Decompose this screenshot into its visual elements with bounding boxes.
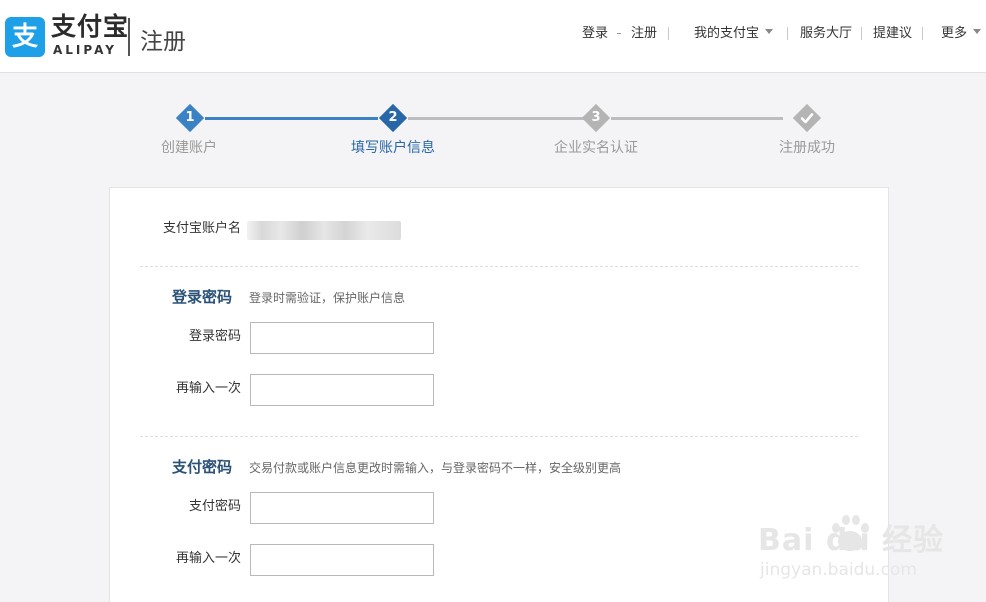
- nav-separator: [861, 27, 862, 40]
- login-password-input[interactable]: [250, 322, 434, 354]
- top-header: 支 支付宝 ALIPAY 注册 登录 注册 我的支付宝 服务大厅 提建议 更多: [0, 0, 986, 73]
- alipay-logo-text[interactable]: 支付宝: [51, 12, 129, 42]
- progress-track-todo: [408, 117, 585, 120]
- login-password-confirm-label: 再输入一次: [175, 381, 241, 396]
- step-2-label: 填写账户信息: [351, 140, 435, 156]
- pay-password-confirm-label: 再输入一次: [175, 551, 241, 566]
- step-1-number: 1: [185, 110, 195, 125]
- progress-track-done: [205, 117, 378, 120]
- nav-register[interactable]: 注册: [631, 25, 657, 43]
- nav-my-alipay[interactable]: 我的支付宝: [694, 25, 774, 43]
- nav-suggestion[interactable]: 提建议: [873, 25, 912, 43]
- alipay-logo-icon[interactable]: 支: [5, 17, 45, 57]
- account-name-value-blurred: [247, 221, 401, 240]
- nav-more[interactable]: 更多: [941, 25, 982, 43]
- pay-password-section-desc: 交易付款或账户信息更改时需输入，与登录密码不一样，安全级别更高: [249, 461, 622, 475]
- nav-dot: [617, 33, 621, 34]
- pay-password-input[interactable]: [250, 492, 434, 524]
- pay-password-section-title: 支付密码: [172, 458, 233, 476]
- page-title: 注册: [140, 29, 186, 55]
- nav-separator: [668, 27, 669, 40]
- pay-password-label: 支付密码: [188, 499, 241, 514]
- chevron-down-icon: [973, 29, 982, 34]
- logo-divider: [128, 18, 130, 56]
- chevron-down-icon: [765, 29, 774, 34]
- login-password-confirm-input[interactable]: [250, 374, 434, 406]
- step-3-number: 3: [591, 110, 601, 125]
- step-3-label: 企业实名认证: [554, 140, 638, 156]
- section-divider: [140, 436, 858, 437]
- login-password-label: 登录密码: [188, 329, 241, 344]
- pay-password-confirm-input[interactable]: [250, 544, 434, 576]
- login-password-section-title: 登录密码: [172, 288, 233, 306]
- watermark-brand: Bai du 经验: [758, 523, 945, 558]
- nav-service-hall[interactable]: 服务大厅: [800, 25, 852, 43]
- step-2-number: 2: [388, 110, 398, 125]
- progress-track-todo: [611, 117, 783, 120]
- alipay-logo-en: ALIPAY: [53, 43, 117, 57]
- nav-login[interactable]: 登录: [582, 25, 608, 43]
- account-name-label: 支付宝账户名: [162, 221, 241, 236]
- login-password-section-desc: 登录时需验证，保护账户信息: [249, 291, 406, 305]
- section-divider: [140, 266, 858, 267]
- baidu-jingyan-watermark: Bai du 经验 jingyan.baidu.com: [752, 505, 982, 595]
- step-1-label: 创建账户: [161, 140, 217, 156]
- check-icon: [800, 113, 814, 124]
- watermark-url: jingyan.baidu.com: [760, 560, 917, 580]
- nav-separator: [787, 27, 788, 40]
- step-4-label: 注册成功: [779, 140, 835, 156]
- nav-separator: [922, 27, 923, 40]
